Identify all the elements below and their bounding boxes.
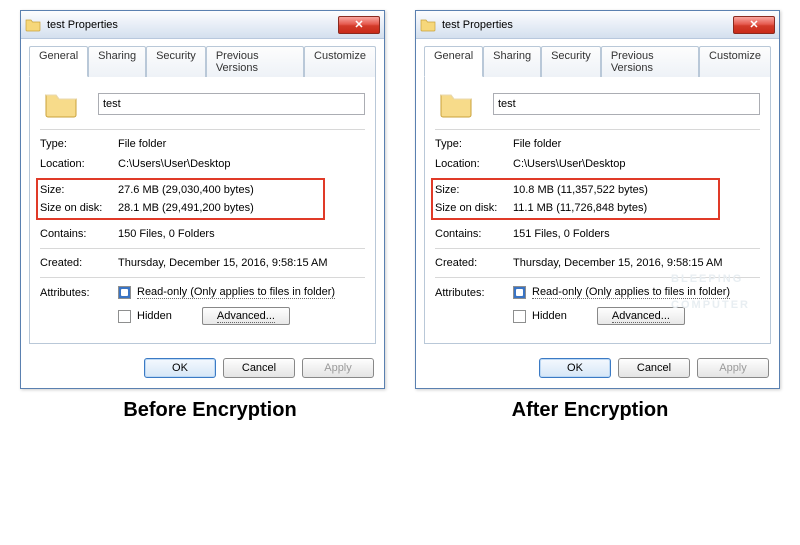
readonly-label: Read-only (Only applies to files in fold…: [137, 286, 335, 299]
folder-name-input[interactable]: [493, 93, 760, 115]
window-title: test Properties: [442, 19, 733, 31]
size-on-disk-value: 11.1 MB (11,726,848 bytes): [513, 202, 716, 214]
dialog-body: General Sharing Security Previous Versio…: [416, 39, 779, 388]
type-label: Type:: [435, 138, 513, 150]
tab-sharing[interactable]: Sharing: [483, 46, 541, 77]
tab-customize[interactable]: Customize: [304, 46, 376, 77]
dialog-body: General Sharing Security Previous Versio…: [21, 39, 384, 388]
created-label: Created:: [435, 257, 513, 269]
attributes-label: Attributes:: [435, 287, 513, 299]
separator: [435, 277, 760, 278]
type-value: File folder: [513, 138, 760, 150]
tab-panel-general: Type:File folder Location:C:\Users\User\…: [424, 77, 771, 344]
separator: [40, 277, 365, 278]
cancel-button[interactable]: Cancel: [618, 358, 690, 378]
type-value: File folder: [118, 138, 365, 150]
tab-panel-general: Type:File folder Location:C:\Users\User\…: [29, 77, 376, 344]
caption-before: Before Encryption: [25, 399, 395, 422]
folder-name-input[interactable]: [98, 93, 365, 115]
created-value: Thursday, December 15, 2016, 9:58:15 AM: [118, 257, 365, 269]
size-highlight-box: Size:27.6 MB (29,030,400 bytes) Size on …: [36, 178, 325, 220]
apply-button[interactable]: Apply: [302, 358, 374, 378]
contains-value: 150 Files, 0 Folders: [118, 228, 365, 240]
hidden-label: Hidden: [137, 310, 172, 322]
window-title: test Properties: [47, 19, 338, 31]
close-button[interactable]: ✕: [733, 16, 775, 34]
size-value: 10.8 MB (11,357,522 bytes): [513, 184, 716, 196]
readonly-checkbox[interactable]: [513, 286, 526, 299]
tab-general[interactable]: General: [29, 46, 88, 77]
captions-row: Before Encryption After Encryption: [0, 399, 800, 422]
button-bar: OK Cancel Apply: [424, 358, 771, 378]
size-label: Size:: [435, 184, 513, 196]
folder-icon: [439, 89, 473, 119]
location-label: Location:: [435, 158, 513, 170]
created-label: Created:: [40, 257, 118, 269]
contains-label: Contains:: [40, 228, 118, 240]
size-label: Size:: [40, 184, 118, 196]
caption-after: After Encryption: [405, 399, 775, 422]
apply-button[interactable]: Apply: [697, 358, 769, 378]
location-label: Location:: [40, 158, 118, 170]
created-value: Thursday, December 15, 2016, 9:58:15 AM: [513, 257, 760, 269]
tab-security[interactable]: Security: [541, 46, 601, 77]
comparison-wrap: test Properties ✕ General Sharing Securi…: [0, 0, 800, 399]
tab-general[interactable]: General: [424, 46, 483, 77]
readonly-checkbox[interactable]: [118, 286, 131, 299]
folder-icon: [420, 17, 436, 33]
tab-previous-versions[interactable]: Previous Versions: [601, 46, 699, 77]
cancel-button[interactable]: Cancel: [223, 358, 295, 378]
tab-customize[interactable]: Customize: [699, 46, 771, 77]
folder-icon: [25, 17, 41, 33]
size-on-disk-value: 28.1 MB (29,491,200 bytes): [118, 202, 321, 214]
tab-strip: General Sharing Security Previous Versio…: [424, 45, 771, 77]
tab-previous-versions[interactable]: Previous Versions: [206, 46, 304, 77]
advanced-button[interactable]: Advanced...: [202, 307, 290, 325]
contains-label: Contains:: [435, 228, 513, 240]
type-label: Type:: [40, 138, 118, 150]
ok-button[interactable]: OK: [539, 358, 611, 378]
hidden-label: Hidden: [532, 310, 567, 322]
size-on-disk-label: Size on disk:: [435, 202, 513, 214]
contains-value: 151 Files, 0 Folders: [513, 228, 760, 240]
titlebar[interactable]: test Properties ✕: [21, 11, 384, 39]
hidden-checkbox[interactable]: [513, 310, 526, 323]
hidden-checkbox[interactable]: [118, 310, 131, 323]
location-value: C:\Users\User\Desktop: [118, 158, 365, 170]
separator: [40, 248, 365, 249]
tab-security[interactable]: Security: [146, 46, 206, 77]
ok-button[interactable]: OK: [144, 358, 216, 378]
separator: [435, 129, 760, 130]
properties-dialog-after: test Properties ✕ General Sharing Securi…: [415, 10, 780, 389]
size-highlight-box: Size:10.8 MB (11,357,522 bytes) Size on …: [431, 178, 720, 220]
size-value: 27.6 MB (29,030,400 bytes): [118, 184, 321, 196]
advanced-button[interactable]: Advanced...: [597, 307, 685, 325]
close-icon: ✕: [749, 18, 758, 31]
size-on-disk-label: Size on disk:: [40, 202, 118, 214]
location-value: C:\Users\User\Desktop: [513, 158, 760, 170]
titlebar[interactable]: test Properties ✕: [416, 11, 779, 39]
tab-strip: General Sharing Security Previous Versio…: [29, 45, 376, 77]
attributes-label: Attributes:: [40, 287, 118, 299]
close-button[interactable]: ✕: [338, 16, 380, 34]
folder-icon: [44, 89, 78, 119]
separator: [40, 129, 365, 130]
separator: [435, 248, 760, 249]
button-bar: OK Cancel Apply: [29, 358, 376, 378]
readonly-label: Read-only (Only applies to files in fold…: [532, 286, 730, 299]
tab-sharing[interactable]: Sharing: [88, 46, 146, 77]
close-icon: ✕: [354, 18, 363, 31]
properties-dialog-before: test Properties ✕ General Sharing Securi…: [20, 10, 385, 389]
